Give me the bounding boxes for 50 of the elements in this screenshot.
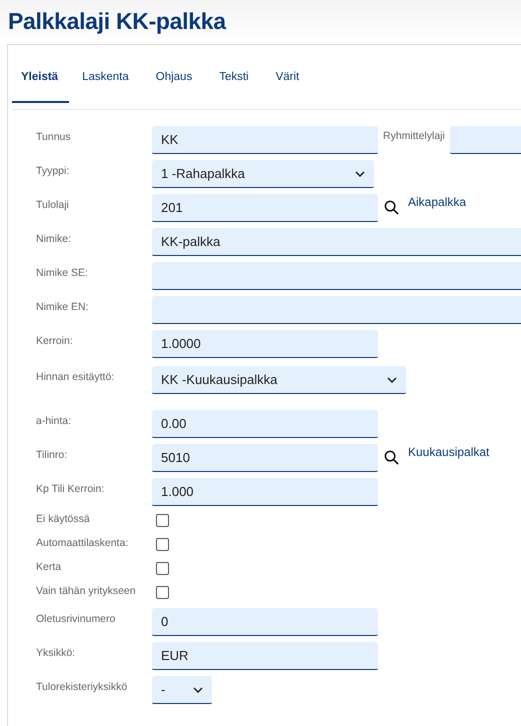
tab[interactable]: Laskenta (73, 65, 143, 103)
checkbox[interactable] (156, 514, 169, 527)
field-label: Kerroin: (36, 334, 74, 349)
dropdown[interactable]: KK -Kuukausipalkka (152, 366, 406, 394)
field-label: Tulolaji (36, 198, 70, 213)
caret-icon (355, 170, 365, 176)
field-label: Tulorekisteriyksikkö (36, 680, 128, 695)
text-field[interactable]: 5010 (152, 444, 378, 472)
field-label: Tyyppi: (36, 164, 70, 179)
checkbox[interactable] (156, 562, 169, 575)
field-label: Automaattilaskenta: (36, 536, 130, 551)
checkbox[interactable] (156, 586, 169, 599)
dropdown[interactable]: - (152, 676, 212, 704)
text-field[interactable] (450, 126, 521, 154)
caret-icon (193, 686, 203, 692)
text-field[interactable]: 0.00 (152, 410, 378, 438)
field-label: Kerta (36, 560, 62, 575)
tab[interactable]: Värit (266, 65, 314, 103)
tab[interactable]: Teksti (210, 65, 263, 103)
text-field[interactable] (152, 296, 521, 324)
field-label: Ryhmittelylaji (383, 130, 445, 142)
field-label: Kp Tili Kerroin: (36, 482, 106, 497)
text-field[interactable]: 1.000 (152, 478, 378, 506)
field-label: Hinnan esitäyttö: (36, 370, 116, 385)
dropdown[interactable]: 1 -Rahapalkka (152, 160, 374, 188)
text-field[interactable] (152, 262, 521, 290)
lookup-link[interactable]: Aikapalkka (408, 195, 466, 209)
tab[interactable]: Yleistä (12, 65, 70, 103)
field-label: Nimike: (36, 232, 72, 247)
search-icon[interactable] (384, 200, 399, 215)
field-label: Yksikkö: (36, 646, 76, 661)
text-field[interactable]: 0 (152, 608, 378, 636)
field-label: Ei käytössä (36, 512, 91, 527)
text-field[interactable]: KK-palkka (152, 228, 521, 256)
checkbox[interactable] (156, 538, 169, 551)
field-label: Tilinro: (36, 448, 68, 463)
caret-icon (387, 376, 397, 382)
field-label: Tunnus (36, 130, 72, 145)
field-label: Nimike SE: (36, 266, 89, 281)
text-field[interactable]: KK (152, 126, 378, 154)
lookup-link[interactable]: Kuukausipalkat (408, 445, 490, 459)
text-field[interactable]: EUR (152, 642, 378, 670)
field-label: a-hinta: (36, 414, 72, 429)
field-label: Vain tähän yritykseen (36, 584, 137, 599)
search-icon[interactable] (384, 450, 399, 465)
tab[interactable]: Ohjaus (146, 65, 206, 103)
text-field[interactable]: 1.0000 (152, 330, 378, 358)
field-label: Oletusrivinumero (36, 612, 116, 627)
text-field[interactable]: 201 (152, 194, 378, 222)
field-label: Nimike EN: (36, 300, 90, 315)
